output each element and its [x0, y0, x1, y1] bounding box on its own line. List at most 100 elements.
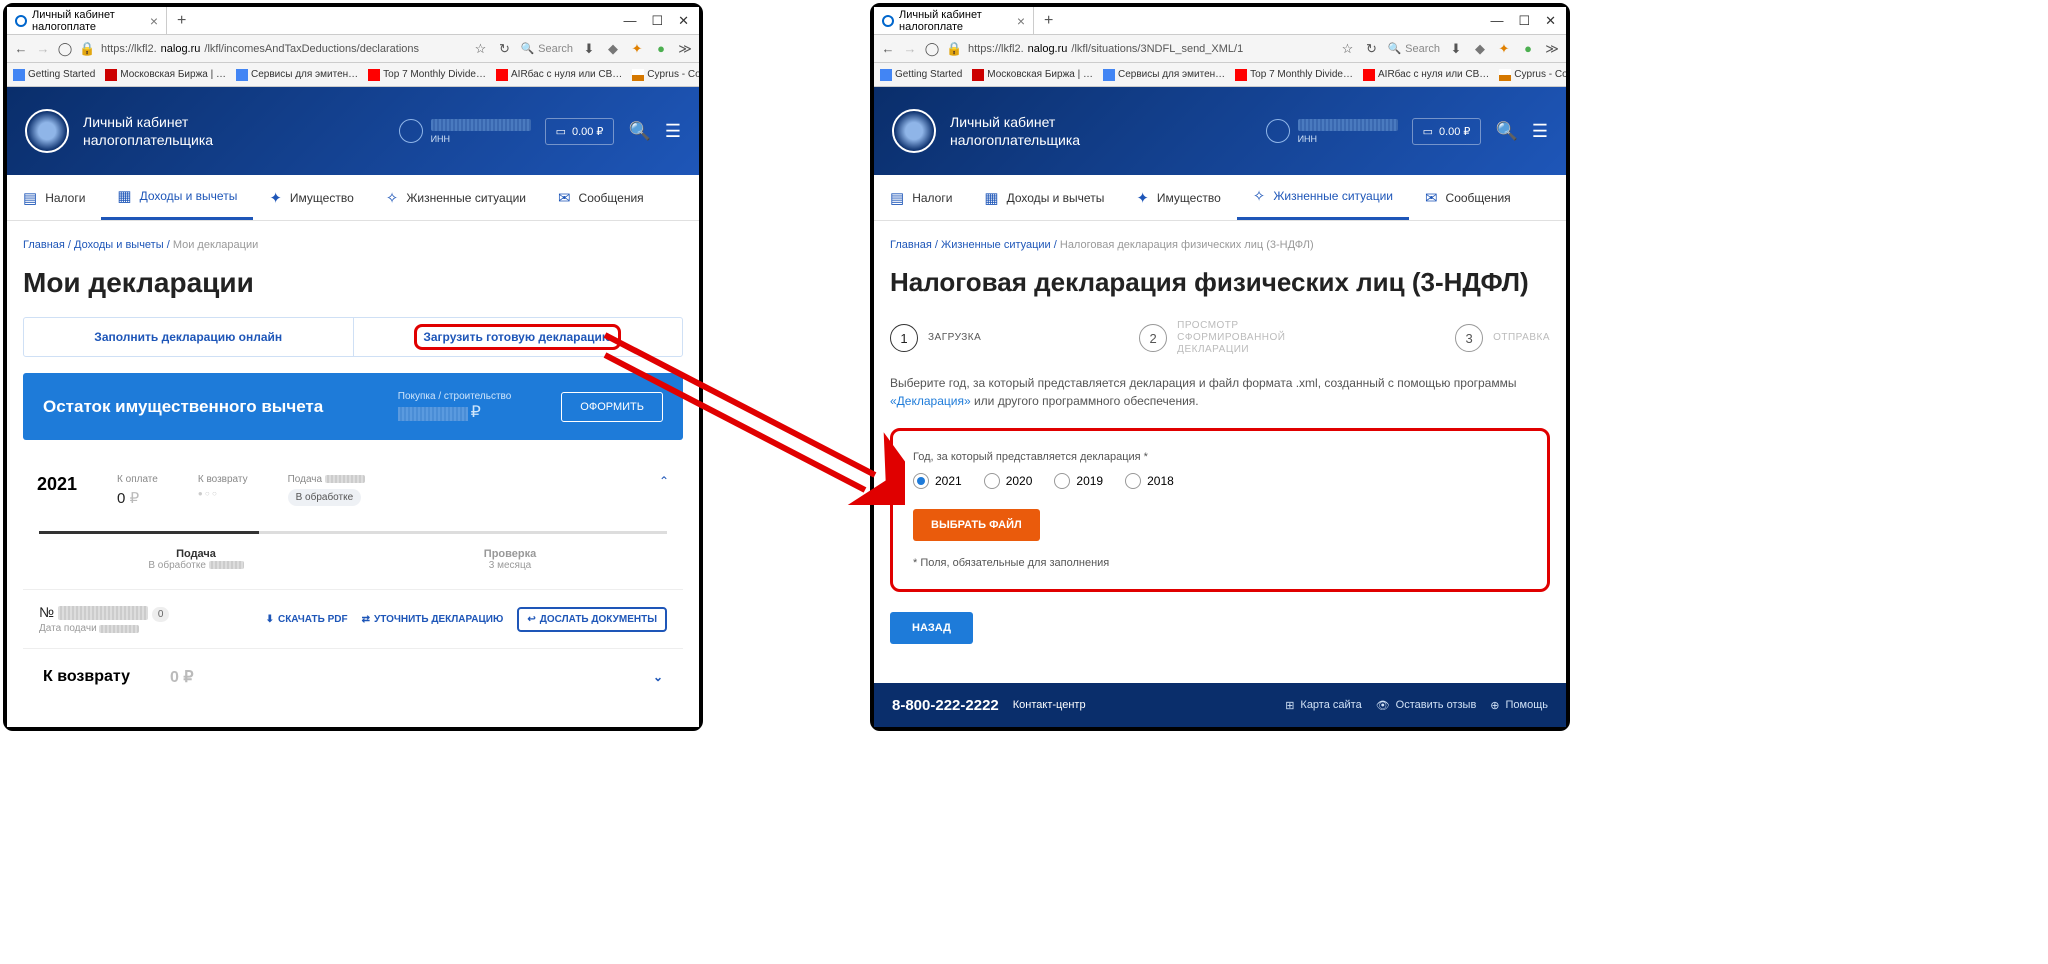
- bookmark-item[interactable]: Московская Биржа | …: [972, 69, 1093, 81]
- bookmark-item[interactable]: Московская Биржа | …: [105, 69, 226, 81]
- url-field[interactable]: https://lkfl2.nalog.ru/lkfl/situations/3…: [968, 43, 1243, 55]
- ext2-icon[interactable]: ✦: [629, 41, 645, 57]
- bookmark-item[interactable]: Getting Started: [880, 69, 962, 81]
- nav-property[interactable]: ✦Имущество: [1120, 175, 1236, 220]
- download-pdf-button[interactable]: ⬇СКАЧАТЬ PDF: [266, 614, 348, 625]
- minimize-icon[interactable]: —: [623, 13, 636, 29]
- apply-button[interactable]: ОФОРМИТЬ: [561, 392, 663, 422]
- search-icon[interactable]: 🔍: [628, 121, 650, 142]
- minimize-icon[interactable]: —: [1490, 13, 1503, 29]
- reload-icon[interactable]: ↻: [1363, 41, 1379, 57]
- ext3-icon[interactable]: ●: [1520, 41, 1536, 56]
- return-row[interactable]: К возврату 0 ₽ ⌄: [23, 648, 683, 705]
- address-bar: ← → ◯ 🔒 https://lkfl2.nalog.ru/lkfl/inco…: [7, 35, 699, 63]
- menu-icon[interactable]: ☰: [665, 121, 681, 142]
- bookmark-item[interactable]: Cyprus - Corporate - …: [632, 69, 699, 81]
- bookmark-item[interactable]: Cyprus - Corporate - …: [1499, 69, 1566, 81]
- year-radio-group: 2021 2020 2019 2018: [913, 473, 1527, 489]
- search-icon[interactable]: 🔍: [1495, 121, 1517, 142]
- search-field[interactable]: 🔍Search: [520, 42, 573, 55]
- lock-icon: 🔒: [79, 41, 95, 57]
- tab[interactable]: Личный кабинет налогоплате ×: [874, 7, 1034, 34]
- bookmark-item[interactable]: AIRбас с нуля или СВ…: [496, 69, 622, 81]
- close-window-icon[interactable]: ✕: [678, 13, 689, 29]
- ext2-icon[interactable]: ✦: [1496, 41, 1512, 57]
- ext1-icon[interactable]: ◆: [605, 41, 621, 57]
- year-option-2018[interactable]: 2018: [1125, 473, 1174, 489]
- banner-title: Остаток имущественного вычета: [43, 397, 398, 417]
- nav-messages[interactable]: ✉Сообщения: [1409, 175, 1527, 220]
- ext3-icon[interactable]: ●: [653, 41, 669, 56]
- nav-income[interactable]: ▦Доходы и вычеты: [101, 175, 253, 220]
- bookmark-item[interactable]: Top 7 Monthly Divide…: [368, 69, 486, 81]
- reload-icon[interactable]: ↻: [496, 41, 512, 57]
- url-field[interactable]: https://lkfl2.nalog.ru/lkfl/incomesAndTa…: [101, 43, 419, 55]
- nav-taxes[interactable]: ▤Налоги: [7, 175, 101, 220]
- bm-icon: [368, 69, 380, 81]
- close-tab-icon[interactable]: ×: [1017, 13, 1025, 29]
- address-bar: ← → ◯ 🔒 https://lkfl2.nalog.ru/lkfl/situ…: [874, 35, 1566, 63]
- forward-icon[interactable]: →: [35, 41, 51, 56]
- sitemap-link[interactable]: ⊞Карта сайта: [1285, 699, 1362, 712]
- close-tab-icon[interactable]: ×: [150, 13, 158, 29]
- overflow-icon[interactable]: ≫: [1544, 41, 1560, 57]
- wallet-button[interactable]: ▭0.00 ₽: [1412, 118, 1482, 145]
- forward-icon[interactable]: →: [902, 41, 918, 56]
- bookmark-item[interactable]: Top 7 Monthly Divide…: [1235, 69, 1353, 81]
- bookmark-item[interactable]: Сервисы для эмитен…: [1103, 69, 1225, 81]
- back-button[interactable]: НАЗАД: [890, 612, 973, 644]
- wallet-button[interactable]: ▭0.00 ₽: [545, 118, 615, 145]
- edit-declaration-button[interactable]: ⇄УТОЧНИТЬ ДЕКЛАРАЦИЮ: [362, 614, 504, 625]
- download-icon[interactable]: ⬇: [1448, 41, 1464, 57]
- maximize-icon[interactable]: ☐: [651, 13, 663, 29]
- year-label: 2021: [37, 474, 77, 495]
- logo-icon[interactable]: [25, 109, 69, 153]
- help-link[interactable]: ⊕Помощь: [1490, 699, 1548, 712]
- search-field[interactable]: 🔍Search: [1387, 42, 1440, 55]
- tab[interactable]: Личный кабинет налогоплате ×: [7, 7, 167, 34]
- close-window-icon[interactable]: ✕: [1545, 13, 1556, 29]
- logo-icon[interactable]: [892, 109, 936, 153]
- bm-icon: [632, 69, 644, 81]
- year-option-2021[interactable]: 2021: [913, 473, 962, 489]
- nav-taxes[interactable]: ▤Налоги: [874, 175, 968, 220]
- bookmark-item[interactable]: Сервисы для эмитен…: [236, 69, 358, 81]
- action-bar: Заполнить декларацию онлайн Загрузить го…: [23, 317, 683, 357]
- chevron-up-icon[interactable]: ⌃: [659, 474, 669, 488]
- nav-income[interactable]: ▦Доходы и вычеты: [968, 175, 1120, 220]
- year-option-2020[interactable]: 2020: [984, 473, 1033, 489]
- nav-situations[interactable]: ✧Жизненные ситуации: [370, 175, 542, 220]
- nav-icon: ✧: [1253, 187, 1266, 205]
- nav-situations[interactable]: ✧Жизненные ситуации: [1237, 175, 1409, 220]
- fill-online-button[interactable]: Заполнить декларацию онлайн: [24, 318, 354, 356]
- year-option-2019[interactable]: 2019: [1054, 473, 1103, 489]
- declaration-link[interactable]: «Декларация»: [890, 394, 971, 408]
- bookmark-star-icon[interactable]: ☆: [472, 41, 488, 57]
- page-content: Личный кабинетналогоплательщика ИНН ▭0.0…: [874, 87, 1566, 727]
- back-icon[interactable]: ←: [880, 41, 896, 56]
- user-block[interactable]: ИНН: [1266, 119, 1398, 144]
- bookmark-star-icon[interactable]: ☆: [1339, 41, 1355, 57]
- shield-icon[interactable]: ◯: [57, 41, 73, 57]
- back-icon[interactable]: ←: [13, 41, 29, 56]
- bookmark-item[interactable]: AIRбас с нуля или СВ…: [1363, 69, 1489, 81]
- menu-icon[interactable]: ☰: [1532, 121, 1548, 142]
- overflow-icon[interactable]: ≫: [677, 41, 693, 57]
- user-block[interactable]: ИНН: [399, 119, 531, 144]
- nav-messages[interactable]: ✉Сообщения: [542, 175, 660, 220]
- new-tab-button[interactable]: +: [167, 12, 196, 30]
- user-name-redacted: [431, 119, 531, 131]
- bookmark-item[interactable]: Getting Started: [13, 69, 95, 81]
- send-documents-button[interactable]: ↩ДОСЛАТЬ ДОКУМЕНТЫ: [517, 607, 667, 632]
- download-icon[interactable]: ⬇: [581, 41, 597, 57]
- reply-icon: ↩: [527, 614, 535, 625]
- ext1-icon[interactable]: ◆: [1472, 41, 1488, 57]
- feedback-link[interactable]: 👁Оставить отзыв: [1376, 699, 1477, 712]
- new-tab-button[interactable]: +: [1034, 12, 1063, 30]
- upload-declaration-button[interactable]: Загрузить готовую декларацию: [354, 318, 683, 356]
- download-icon: ⬇: [266, 614, 274, 625]
- choose-file-button[interactable]: ВЫБРАТЬ ФАЙЛ: [913, 509, 1040, 541]
- shield-icon[interactable]: ◯: [924, 41, 940, 57]
- maximize-icon[interactable]: ☐: [1518, 13, 1530, 29]
- nav-property[interactable]: ✦Имущество: [253, 175, 369, 220]
